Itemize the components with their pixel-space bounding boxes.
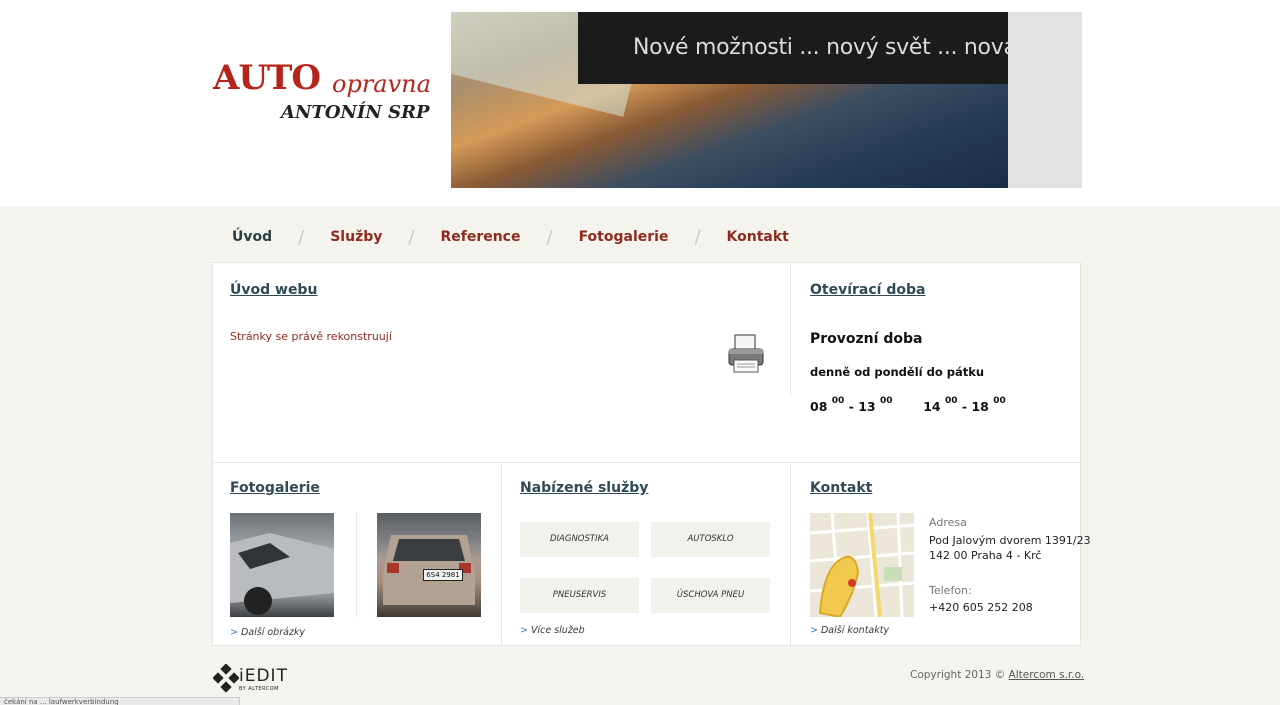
arrow-icon: >: [230, 627, 241, 638]
iedit-logo[interactable]: iEDIT BY ALTERCOM: [213, 664, 303, 700]
hours-slot2-end: 18: [971, 399, 989, 415]
arrow-icon: >: [520, 625, 531, 636]
nav-item-fotogalerie[interactable]: Fotogalerie: [579, 229, 669, 245]
hours-times: 08 00 - 13 00 14 00 - 18 00: [810, 396, 1006, 415]
copyright: Copyright 2013 © Altercom s.r.o.: [910, 669, 1084, 681]
hours-sup: 00: [945, 396, 958, 406]
gallery-more-label: Další obrázky: [240, 627, 306, 638]
service-uschova-button[interactable]: ÚSCHOVA PNEU: [651, 578, 770, 613]
address-label: Adresa: [929, 516, 967, 529]
gallery-more-link[interactable]: > Další obrázky: [230, 627, 305, 638]
location-map[interactable]: [810, 513, 914, 617]
nav-item-uvod[interactable]: Úvod: [232, 229, 272, 245]
arrow-icon: >: [810, 625, 821, 636]
contact-more-label: Další kontakty: [820, 625, 890, 636]
printer-icon[interactable]: [725, 333, 767, 375]
main-panel: Úvod webu Stránky se právě rekonstruují …: [212, 262, 1091, 647]
logo-owner-text: ANTONÍN SRP: [281, 102, 430, 123]
site-logo[interactable]: AUTO opravna ANTONÍN SRP: [213, 58, 443, 128]
nav-separator: /: [408, 226, 415, 248]
intro-title-link[interactable]: Úvod webu: [230, 282, 317, 298]
nav-separator: /: [546, 226, 553, 248]
hours-slot1-end: 13: [858, 399, 876, 415]
contact-title-link[interactable]: Kontakt: [810, 480, 872, 496]
address-line2: 142 00 Praha 4 - Krč: [929, 549, 1042, 562]
divider: [356, 513, 357, 617]
service-pneuservis-button[interactable]: PNEUSERVIS: [520, 578, 639, 613]
content-area: Úvod / Služby / Reference / Fotogalerie …: [0, 206, 1280, 705]
hours-slot1-start: 08: [810, 399, 828, 415]
logo-auto-text: AUTO: [213, 58, 321, 98]
nav-item-sluzby[interactable]: Služby: [330, 229, 382, 245]
hours-sup: 00: [831, 396, 845, 406]
gallery-thumbnail[interactable]: 6S4 2981: [377, 513, 481, 617]
gallery-title-link[interactable]: Fotogalerie: [230, 480, 320, 496]
intro-text: Stránky se právě rekonstruují: [230, 330, 392, 343]
company-link[interactable]: Altercom s.r.o.: [1009, 669, 1085, 681]
banner-caption: Nové možnosti ... nový svět ... nová era: [578, 12, 1008, 84]
nav-item-reference[interactable]: Reference: [440, 229, 520, 245]
main-navigation: Úvod / Služby / Reference / Fotogalerie …: [232, 226, 789, 248]
nav-separator: /: [298, 226, 305, 248]
hours-title-link[interactable]: Otevírací doba: [810, 282, 925, 298]
iedit-brand-text: iEDIT: [239, 666, 288, 686]
gallery-thumbnail[interactable]: [230, 513, 334, 617]
service-autosklo-button[interactable]: AUTOSKLO: [651, 522, 770, 557]
nav-item-kontakt[interactable]: Kontakt: [727, 229, 789, 245]
address-line1: Pod Jalovým dvorem 1391/23: [929, 534, 1091, 547]
divider: [213, 462, 1080, 463]
diamond-logo-icon: [213, 664, 239, 693]
iedit-brand-sub: BY ALTERCOM: [239, 686, 279, 692]
service-diagnostika-button[interactable]: DIAGNOSTIKA: [520, 522, 639, 557]
header-banner: Nové možnosti ... nový svět ... nová era: [451, 12, 1082, 188]
phone-label: Telefon:: [929, 584, 972, 597]
services-title-link[interactable]: Nabízené služby: [520, 480, 648, 496]
copyright-text: Copyright 2013 ©: [910, 669, 1006, 681]
hours-dash: -: [961, 399, 968, 415]
divider: [501, 463, 502, 647]
hours-slot2-start: 14: [923, 399, 941, 415]
hours-sup: 00: [993, 396, 1006, 406]
phone-number: +420 605 252 208: [929, 601, 1033, 614]
header: AUTO opravna ANTONÍN SRP Nové možnosti .…: [0, 0, 1280, 206]
services-more-link[interactable]: > Více služeb: [520, 625, 585, 636]
license-plate: 6S4 2981: [423, 569, 463, 581]
services-more-label: Více služeb: [530, 625, 585, 636]
hours-dash: -: [848, 399, 854, 415]
contact-more-link[interactable]: > Další kontakty: [810, 625, 889, 636]
divider: [790, 263, 791, 396]
hours-days: denně od pondělí do pátku: [810, 365, 985, 379]
divider: [790, 463, 791, 647]
hours-sup: 00: [879, 396, 893, 406]
logo-opravna-text: opravna: [332, 70, 431, 98]
browser-status-bar: čekání na ... laufwerkverbindung: [0, 697, 240, 705]
hours-heading: Provozní doba: [810, 331, 923, 347]
nav-separator: /: [694, 226, 701, 248]
